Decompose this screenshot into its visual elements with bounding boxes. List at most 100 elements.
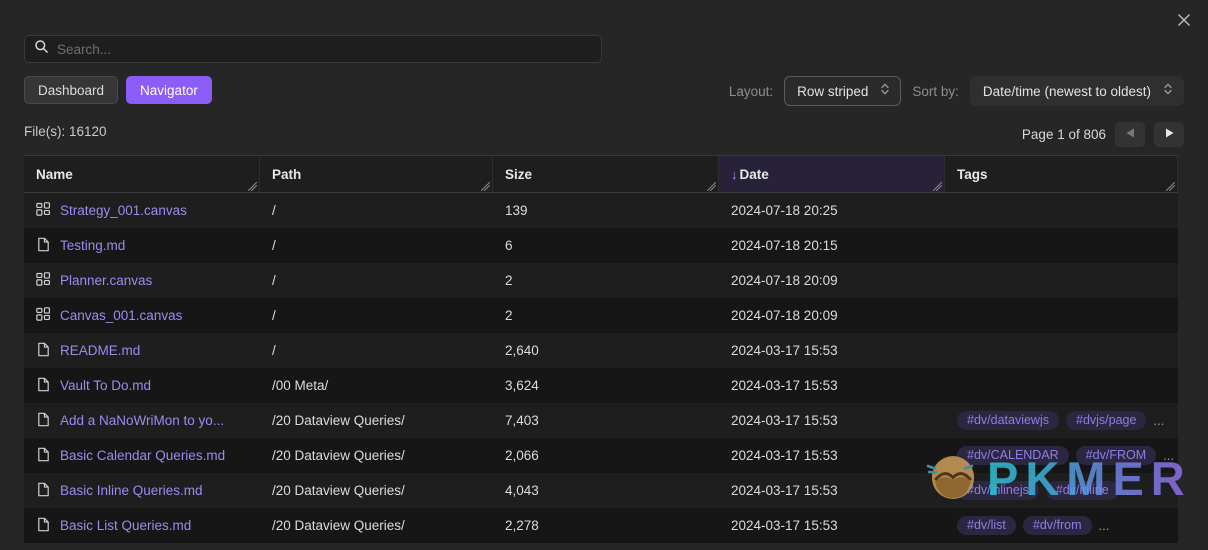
- cell-name: Testing.md: [24, 228, 260, 263]
- column-header-name[interactable]: Name: [24, 156, 260, 192]
- sort-select[interactable]: Date/time (newest to oldest): [969, 76, 1184, 106]
- chevron-updown-icon: [880, 82, 890, 101]
- file-name-link[interactable]: Testing.md: [60, 238, 125, 253]
- dashboard-button[interactable]: Dashboard: [24, 76, 119, 104]
- cell-name: Strategy_001.canvas: [24, 193, 260, 228]
- cell-tags: #dv/dataviewjs #dvjs/page...: [945, 403, 1178, 438]
- search-bar[interactable]: [24, 35, 602, 63]
- cell-size: 2,066: [505, 448, 539, 463]
- column-resize-handle[interactable]: [933, 182, 942, 191]
- triangle-left-icon: [1125, 126, 1136, 144]
- column-header-size[interactable]: Size: [493, 156, 719, 192]
- table-row[interactable]: Basic Calendar Queries.md/20 Dataview Qu…: [24, 438, 1178, 473]
- file-name-link[interactable]: Basic Inline Queries.md: [60, 483, 203, 498]
- cell-path: /: [272, 238, 276, 253]
- layout-select[interactable]: Row striped: [784, 76, 902, 106]
- cell-tags: [945, 263, 1178, 298]
- previous-page-button[interactable]: [1115, 122, 1145, 147]
- canvas-icon: [36, 306, 51, 325]
- file-name-link[interactable]: Basic List Queries.md: [60, 518, 191, 533]
- cell-date: 2024-03-17 15:53: [731, 518, 838, 533]
- file-name-link[interactable]: README.md: [60, 343, 140, 358]
- file-name-link[interactable]: Add a NaNoWriMon to yo...: [60, 413, 224, 428]
- cell-tags: #dv/CALENDAR #dv/FROM...: [945, 438, 1178, 473]
- search-input[interactable]: [57, 36, 592, 62]
- table-row[interactable]: Vault To Do.md/00 Meta/3,624 2024-03-17 1…: [24, 368, 1178, 403]
- file-name-link[interactable]: Basic Calendar Queries.md: [60, 448, 225, 463]
- tag-chip[interactable]: #dv/inlinejs: [957, 480, 1039, 501]
- tag-chip[interactable]: #dv/CALENDAR: [957, 445, 1069, 466]
- navigator-button[interactable]: Navigator: [126, 76, 212, 104]
- tag-chip[interactable]: #dv/inline: [1045, 480, 1119, 501]
- column-header-tags[interactable]: Tags: [945, 156, 1178, 192]
- table-row[interactable]: Strategy_001.canvas / 139 2024-07-18 20:25: [24, 193, 1178, 228]
- layout-label: Layout:: [728, 83, 774, 99]
- column-header-date[interactable]: ↓ Date: [719, 156, 945, 192]
- table-row[interactable]: README.md / 2,640 2024-03-17 15:53: [24, 333, 1178, 368]
- table-row[interactable]: Basic List Queries.md/20 Dataview Querie…: [24, 508, 1178, 543]
- cell-date: 2024-03-17 15:53: [731, 378, 838, 393]
- table-row[interactable]: Basic Inline Queries.md/20 Dataview Quer…: [24, 473, 1178, 508]
- table-body: Strategy_001.canvas / 139 2024-07-18 20:25 T…: [24, 193, 1178, 543]
- tag-chip[interactable]: #dv/dataviewjs: [957, 410, 1059, 431]
- cell-name: Add a NaNoWriMon to yo...: [24, 403, 260, 438]
- tag-chip[interactable]: #dv/FROM: [1075, 445, 1157, 466]
- cell-path: /: [272, 308, 276, 323]
- more-tags-indicator[interactable]: ...: [1153, 413, 1164, 428]
- table-row[interactable]: Testing.md / 6 2024-07-18 20:15: [24, 228, 1178, 263]
- canvas-icon: [36, 271, 51, 290]
- more-tags-indicator[interactable]: ...: [1163, 448, 1174, 463]
- cell-path: /20 Dataview Queries/: [272, 448, 405, 463]
- sort-descending-icon: ↓: [731, 166, 738, 182]
- more-tags-indicator[interactable]: ...: [1126, 483, 1137, 498]
- cell-path: /20 Dataview Queries/: [272, 518, 405, 533]
- column-header-label: Date: [739, 166, 769, 182]
- column-header-label: Size: [505, 166, 533, 182]
- cell-size: 2: [505, 308, 513, 323]
- column-header-path[interactable]: Path: [260, 156, 493, 192]
- cell-path: /00 Meta/: [272, 378, 329, 393]
- cell-tags: [945, 333, 1178, 368]
- table-row[interactable]: Planner.canvas / 2 2024-07-18 20:09: [24, 263, 1178, 298]
- close-icon[interactable]: [1170, 6, 1198, 34]
- file-name-link[interactable]: Canvas_001.canvas: [60, 308, 182, 323]
- cell-date: 2024-07-18 20:15: [731, 238, 838, 253]
- pagination: Page 1 of 806: [1022, 122, 1184, 147]
- cell-size: 2,278: [505, 518, 539, 533]
- file-name-link[interactable]: Planner.canvas: [60, 273, 152, 288]
- document-icon: [36, 447, 51, 465]
- document-icon: [36, 482, 51, 500]
- cell-name: Basic Inline Queries.md: [24, 473, 260, 508]
- cell-path: /20 Dataview Queries/: [272, 413, 405, 428]
- column-resize-handle[interactable]: [707, 182, 716, 191]
- column-header-label: Path: [272, 166, 302, 182]
- cell-tags: [945, 228, 1178, 263]
- cell-tags: [945, 298, 1178, 333]
- document-icon: [36, 342, 51, 360]
- file-name-link[interactable]: Strategy_001.canvas: [60, 203, 187, 218]
- next-page-button[interactable]: [1154, 122, 1184, 147]
- table-row[interactable]: Add a NaNoWriMon to yo... /20 Dataview Qu…: [24, 403, 1178, 438]
- sort-label: Sort by:: [912, 83, 959, 99]
- document-icon: [36, 517, 51, 535]
- tag-chip[interactable]: #dv/from: [1022, 515, 1092, 536]
- file-name-link[interactable]: Vault To Do.md: [60, 378, 151, 393]
- cell-path: /20 Dataview Queries/: [272, 483, 405, 498]
- column-resize-handle[interactable]: [1166, 182, 1175, 191]
- search-icon: [34, 39, 49, 59]
- more-tags-indicator[interactable]: ...: [1099, 518, 1110, 533]
- tag-chip[interactable]: #dvjs/page: [1066, 410, 1147, 431]
- cell-tags: #dv/inlinejs #dv/inline...: [945, 473, 1178, 508]
- table-row[interactable]: Canvas_001.canvas / 2 2024-07-18 20:09: [24, 298, 1178, 333]
- cell-date: 2024-03-17 15:53: [731, 448, 838, 463]
- column-header-label: Name: [36, 166, 73, 182]
- file-count-label: File(s): 16120: [24, 124, 107, 139]
- file-table: Name Path Size ↓ Date Tags Strategy_001.canva…: [24, 155, 1178, 550]
- tag-chip[interactable]: #dv/list: [957, 515, 1016, 536]
- cell-size: 4,043: [505, 483, 539, 498]
- column-resize-handle[interactable]: [248, 182, 257, 191]
- page-indicator: Page 1 of 806: [1021, 127, 1106, 142]
- column-resize-handle[interactable]: [481, 182, 490, 191]
- cell-size: 2: [505, 273, 513, 288]
- cell-size: 3,624: [505, 378, 539, 393]
